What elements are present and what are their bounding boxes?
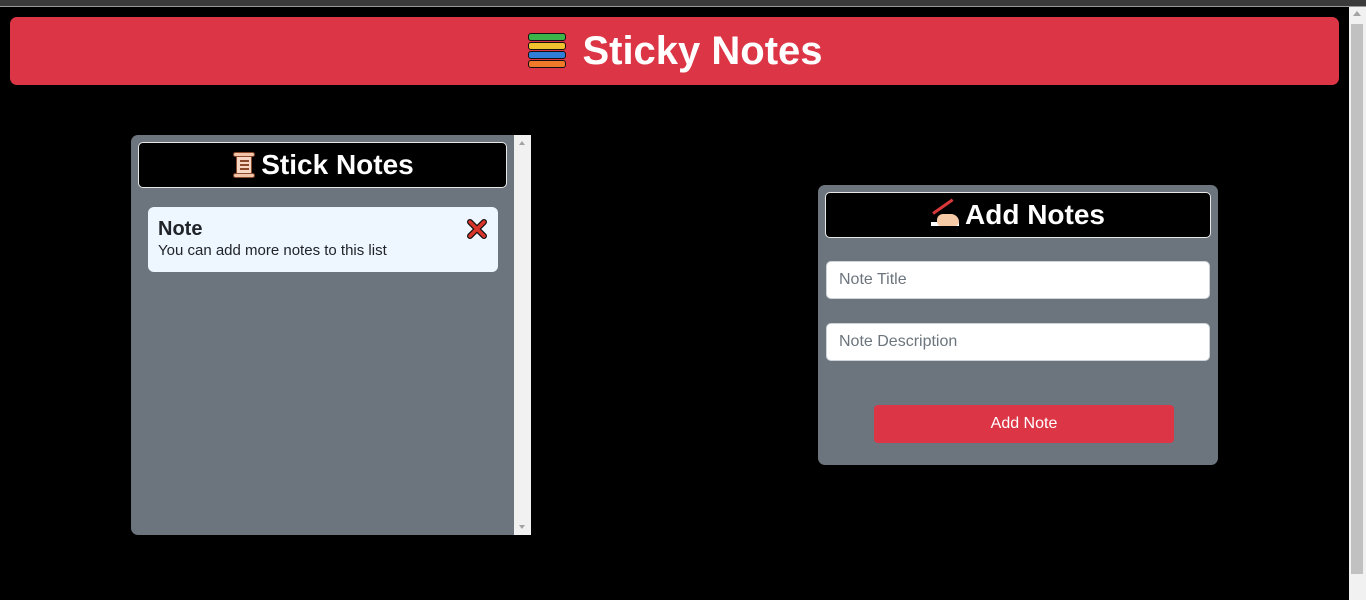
note-description: You can add more notes to this list xyxy=(158,242,387,259)
add-note-title: Add Notes xyxy=(965,199,1105,230)
notes-list-header: Stick Notes xyxy=(138,142,507,188)
notes-list-scrollbar[interactable] xyxy=(514,135,531,535)
scroll-icon xyxy=(231,151,257,179)
note-card: Note You can add more notes to this list xyxy=(148,207,498,272)
add-note-panel: Add Notes Add Note xyxy=(818,185,1218,465)
scroll-up-arrow-icon[interactable] xyxy=(519,141,525,145)
notes-list-panel: Stick Notes Note You can add more notes … xyxy=(131,135,531,535)
app-title: Sticky Notes xyxy=(582,28,823,73)
scroll-down-arrow-icon[interactable] xyxy=(519,525,525,529)
writing-hand-icon xyxy=(931,198,961,228)
page-scroll-thumb[interactable] xyxy=(1351,24,1363,574)
add-note-header: Add Notes xyxy=(825,192,1211,238)
page-scrollbar[interactable] xyxy=(1349,7,1366,600)
app-header: Sticky Notes xyxy=(10,17,1339,85)
note-title-input[interactable] xyxy=(826,261,1210,299)
add-note-button[interactable]: Add Note xyxy=(874,405,1174,443)
notes-list-title: Stick Notes xyxy=(261,149,414,180)
note-description-input[interactable] xyxy=(826,323,1210,361)
books-icon xyxy=(526,31,568,71)
delete-note-icon[interactable] xyxy=(467,219,487,239)
browser-top-edge xyxy=(0,0,1366,7)
page-scroll-up-icon[interactable] xyxy=(1353,11,1361,16)
note-title: Note xyxy=(158,218,203,240)
